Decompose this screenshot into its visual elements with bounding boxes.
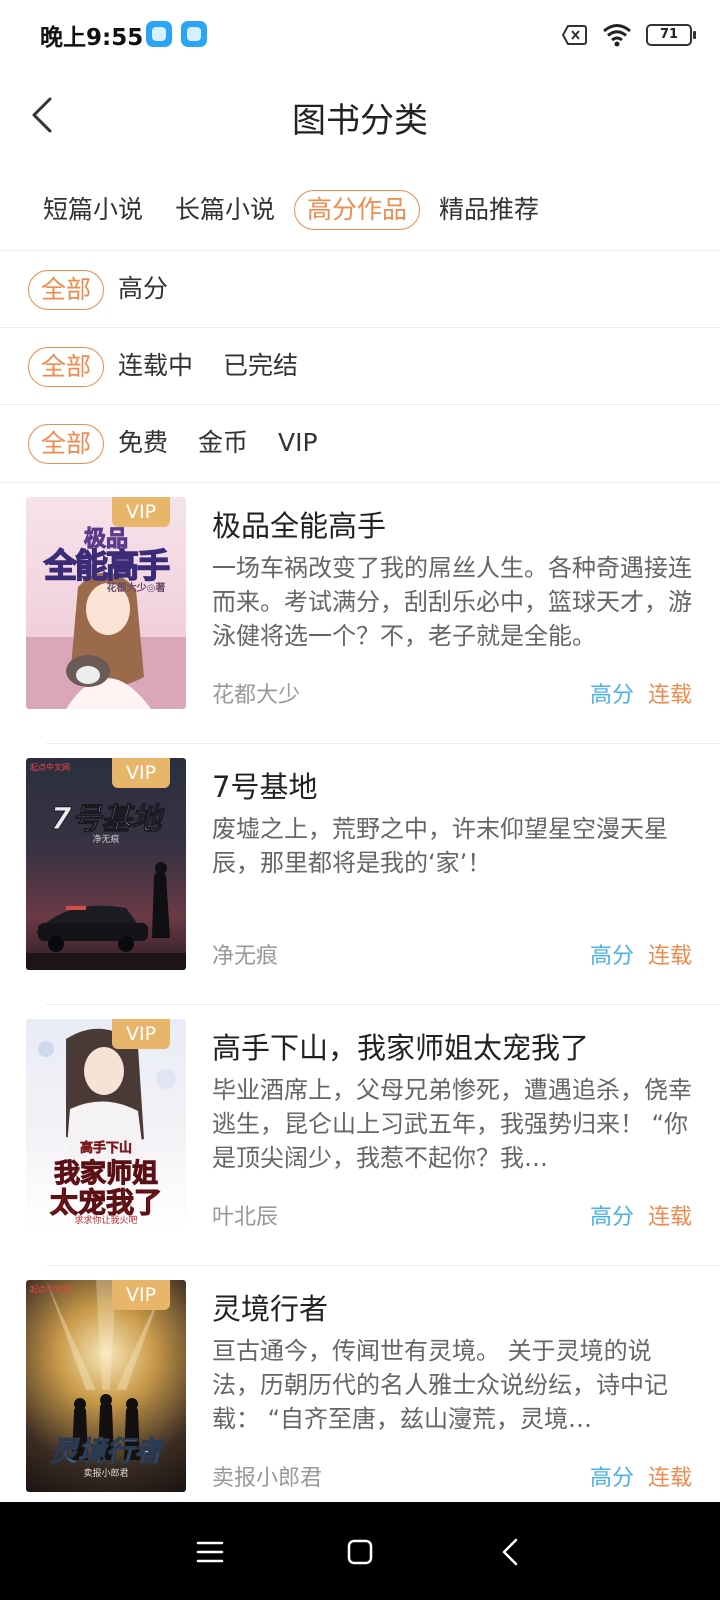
book-item[interactable]: 极品 全能高手 花都大少◎著 VIP 极品全能高手 一场车祸改变了我的屌丝人生。… (0, 483, 720, 744)
book-list: 极品 全能高手 花都大少◎著 VIP 极品全能高手 一场车祸改变了我的屌丝人生。… (0, 482, 720, 1502)
vip-badge: VIP (112, 1280, 170, 1310)
vip-badge: VIP (112, 758, 170, 788)
cover-author: 卖报小郎君 (83, 1469, 129, 1479)
filter-price-free[interactable]: 免费 (118, 424, 168, 464)
vip-badge: VIP (112, 1019, 170, 1049)
book-cover: 极品 全能高手 花都大少◎著 VIP (26, 497, 186, 709)
app-notification-icon (146, 21, 172, 47)
book-author: 净无痕 (212, 944, 279, 969)
filter-row-rating: 全部 高分 (0, 250, 720, 328)
score-tag: 高分 (589, 683, 634, 708)
filter-rating-high[interactable]: 高分 (118, 270, 168, 310)
cover-author: 净无痕 (92, 835, 120, 845)
tab-high-score[interactable]: 高分作品 (294, 190, 421, 230)
status-time: 晚上9:55 (40, 25, 144, 51)
status-tag: 连载 (647, 1205, 692, 1230)
category-tabs: 短篇小说 长篇小说 高分作品 精品推荐 (30, 190, 558, 232)
nav-back-icon[interactable] (490, 1530, 534, 1574)
book-title: 高手下山，我家师姐太宠我了 (212, 1031, 590, 1065)
filter-price-coin[interactable]: 金币 (198, 424, 248, 464)
book-author: 叶北辰 (212, 1205, 279, 1230)
no-sim-icon (562, 25, 587, 45)
score-tag: 高分 (589, 1205, 634, 1230)
header: 图书分类 (0, 75, 720, 155)
status-tag: 连载 (647, 944, 692, 969)
wifi-icon (603, 24, 631, 47)
book-item[interactable]: 起点中文网 灵境行者 卖报小郎君 VIP 灵境行者 亘古通今，传闻世有灵境。 关… (0, 1266, 720, 1502)
cover-author: 求求你让我火吧 (74, 1216, 138, 1226)
tab-recommended[interactable]: 精品推荐 (426, 190, 552, 230)
book-cover: 起点中文网 7号基地 净无痕 VIP (26, 758, 186, 970)
filter-row-status: 全部 连载中 已完结 (0, 327, 720, 405)
vip-badge: VIP (112, 497, 170, 527)
cover-illustration (26, 862, 186, 970)
app-notification-icon (181, 21, 207, 47)
filter-status-ongoing[interactable]: 连载中 (118, 347, 193, 387)
filter-status-all[interactable]: 全部 (28, 346, 105, 387)
book-cover: 起点中文网 灵境行者 卖报小郎君 VIP (26, 1280, 186, 1492)
status-tag: 连载 (647, 1466, 692, 1491)
tab-long-novels[interactable]: 长篇小说 (162, 190, 288, 230)
page-title: 图书分类 (292, 101, 428, 141)
book-description: 亘古通今，传闻世有灵境。 关于灵境的说法，历朝历代的名人雅士众说纷纭，诗中记载：… (212, 1337, 668, 1433)
system-nav-bar (0, 1502, 720, 1600)
book-description: 废墟之上，荒野之中，许末仰望星空漫天星辰，那里都将是我的‘家’！ (212, 815, 668, 877)
tab-short-novels[interactable]: 短篇小说 (30, 190, 156, 230)
book-cover: 高手下山 我家师姐 太宠我了 求求你让我火吧 VIP (26, 1019, 186, 1231)
battery-icon: 71 (646, 24, 696, 46)
filter-price-vip[interactable]: VIP (278, 424, 318, 464)
book-title: 极品全能高手 (212, 509, 387, 543)
filter-row-price: 全部 免费 金币 VIP (0, 404, 720, 482)
menu-icon[interactable] (188, 1530, 232, 1574)
status-tag: 连载 (647, 683, 692, 708)
cover-author: 花都大少◎著 (106, 583, 166, 594)
book-title: 7号基地 (212, 770, 318, 804)
book-author: 卖报小郎君 (212, 1466, 323, 1491)
score-tag: 高分 (589, 944, 634, 969)
filter-rating-all[interactable]: 全部 (28, 269, 105, 310)
status-bar: 晚上9:55 71 (0, 0, 720, 70)
book-author: 花都大少 (212, 683, 301, 708)
cover-title: 灵境行者 (49, 1435, 162, 1469)
book-description: 一场车祸改变了我的屌丝人生。各种奇遇接连而来。考试满分，刮刮乐必中，篮球天才，游… (212, 554, 692, 650)
filter-price-all[interactable]: 全部 (28, 423, 105, 464)
score-tag: 高分 (589, 1466, 634, 1491)
filter-status-finished[interactable]: 已完结 (223, 347, 298, 387)
home-icon[interactable] (338, 1530, 382, 1574)
book-title: 灵境行者 (212, 1292, 329, 1326)
book-item[interactable]: 高手下山 我家师姐 太宠我了 求求你让我火吧 VIP 高手下山，我家师姐太宠我了… (0, 1005, 720, 1266)
book-item[interactable]: 起点中文网 7号基地 净无痕 VIP 7号基地 废墟之上，荒野之中，许末仰望星空… (0, 744, 720, 1005)
book-description: 毕业酒席上，父母兄弟惨死，遭遇追杀，侥幸逃生，昆仑山上习武五年，我强势归来！ “… (212, 1076, 692, 1172)
